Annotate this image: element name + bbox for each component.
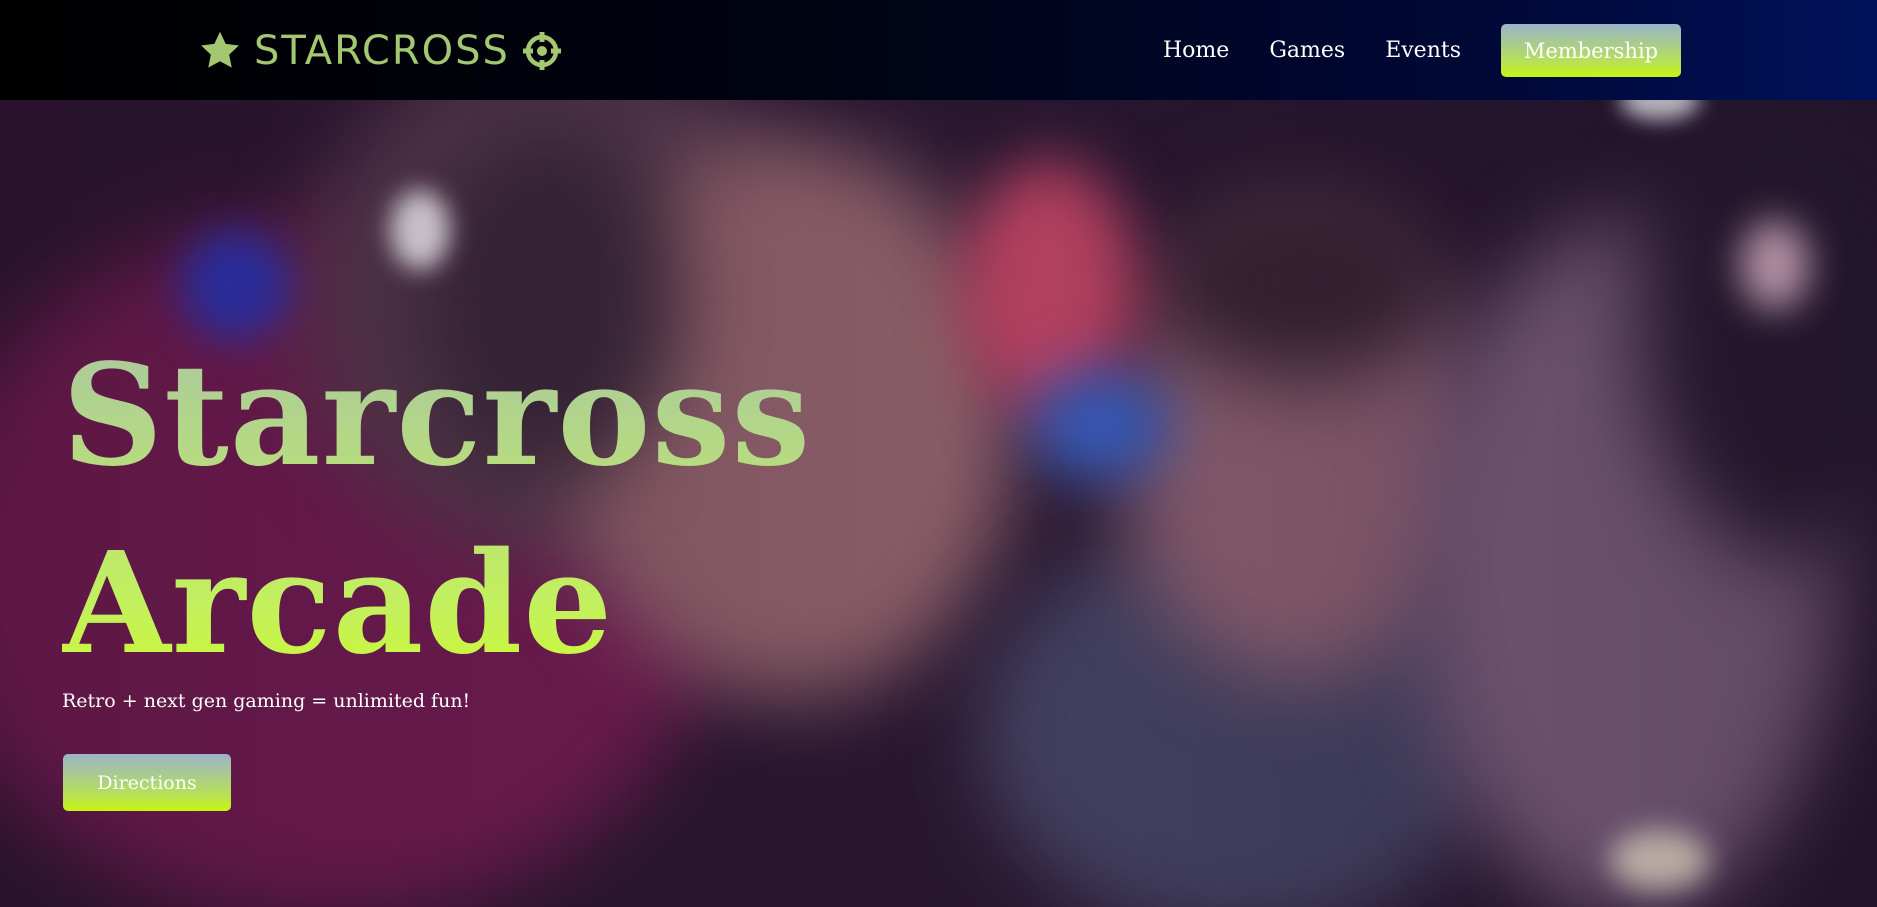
nav-link-games[interactable]: Games — [1269, 38, 1345, 63]
brand-logo[interactable]: STARCROSS — [198, 24, 562, 78]
hero-title-line-1: Starcross — [62, 334, 812, 498]
navbar: STARCROSS Home Games Events Membership — [0, 0, 1877, 100]
nav-link-events[interactable]: Events — [1385, 38, 1461, 63]
hero-tagline: Retro + next gen gaming = unlimited fun! — [62, 690, 471, 712]
nav-link-home[interactable]: Home — [1163, 38, 1229, 63]
hero-title: Starcross Arcade — [62, 322, 811, 698]
star-icon — [198, 29, 242, 73]
hero-section: Starcross Arcade Retro + next gen gaming… — [0, 100, 1877, 907]
directions-button[interactable]: Directions — [63, 754, 231, 811]
crosshair-icon — [522, 31, 562, 71]
hero-title-line-2: Arcade — [62, 522, 614, 686]
membership-button[interactable]: Membership — [1501, 24, 1681, 77]
brand-name: STARCROSS — [254, 28, 510, 74]
nav-links: Home Games Events Membership — [1163, 24, 1681, 77]
